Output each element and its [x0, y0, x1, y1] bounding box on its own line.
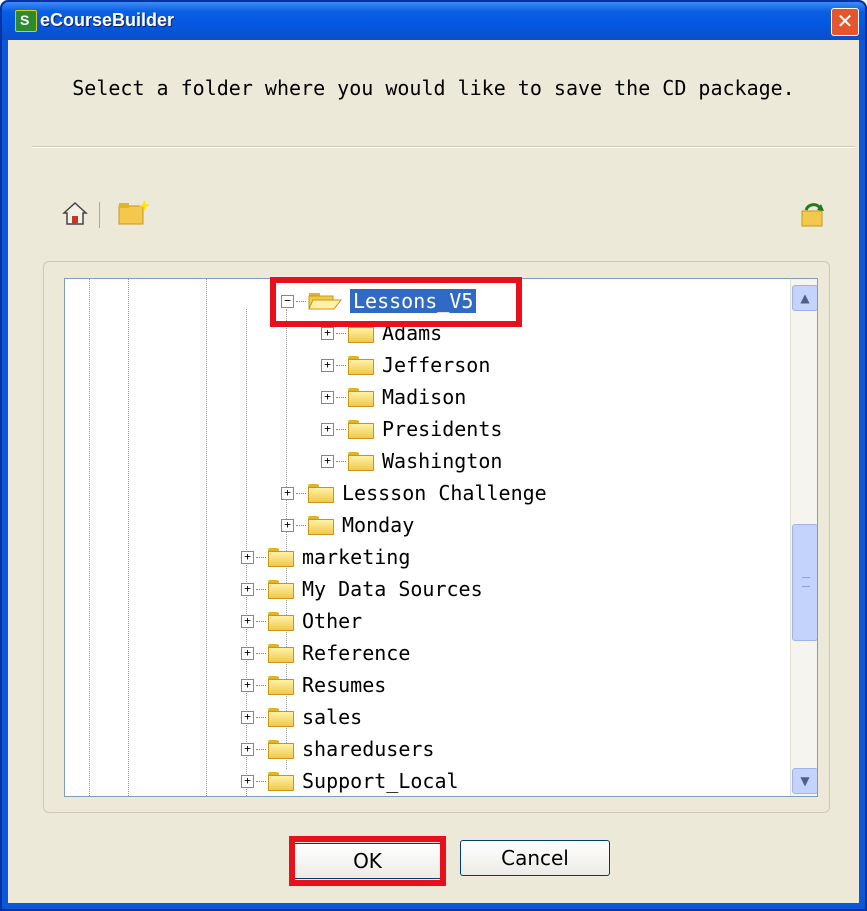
app-icon: S	[15, 10, 37, 32]
title-bar[interactable]: S eCourseBuilder ✕	[2, 2, 865, 40]
tree-guide-line	[128, 279, 129, 796]
folder-icon	[348, 388, 374, 407]
tree-node[interactable]: + Jefferson	[321, 350, 490, 380]
separator	[32, 146, 855, 148]
expand-toggle-icon[interactable]: +	[241, 742, 254, 756]
annotation-highlight-ok	[289, 836, 446, 886]
tree-node-label: Jefferson	[382, 353, 491, 377]
tree-guide-line	[206, 279, 207, 796]
tree-node-label: sales	[302, 705, 363, 729]
tree-node-label: Other	[302, 609, 363, 633]
folder-icon	[268, 548, 294, 567]
scrollbar-thumb[interactable]	[792, 524, 817, 641]
folder-icon	[268, 740, 294, 759]
tree-node[interactable]: + Reference	[241, 638, 410, 668]
tree-guide-line	[89, 279, 90, 796]
expand-toggle-icon[interactable]: +	[241, 774, 254, 788]
tree-node[interactable]: + Support_Local	[241, 766, 459, 796]
folder-icon	[308, 516, 334, 535]
expand-toggle-icon[interactable]: +	[321, 454, 334, 468]
folder-icon	[308, 484, 334, 503]
tree-node[interactable]: + Madison	[321, 382, 466, 412]
expand-toggle-icon[interactable]: +	[281, 486, 294, 500]
tree-node-label: Lessson Challenge	[342, 481, 547, 505]
tree-node[interactable]: + Washington	[321, 446, 502, 476]
scroll-up-button[interactable]: ▲	[792, 285, 817, 311]
vertical-scrollbar[interactable]: ▲ ▼	[790, 279, 817, 796]
tree-node[interactable]: + My Data Sources	[241, 574, 483, 604]
tree-node[interactable]: + Lessson Challenge	[281, 478, 547, 508]
close-button[interactable]: ✕	[831, 8, 859, 36]
folder-icon	[348, 356, 374, 375]
expand-toggle-icon[interactable]: +	[241, 710, 254, 724]
folder-icon	[268, 612, 294, 631]
scroll-down-button[interactable]: ▼	[792, 768, 817, 794]
tree-node-label: sharedusers	[302, 737, 435, 761]
tree-node[interactable]: + sales	[241, 702, 362, 732]
folder-icon	[268, 580, 294, 599]
tree-node-label: Washington	[382, 449, 503, 473]
folder-icon	[348, 420, 374, 439]
expand-toggle-icon[interactable]: +	[241, 646, 254, 660]
toolbar-separator	[99, 202, 100, 228]
expand-toggle-icon[interactable]: +	[321, 358, 334, 372]
grip-icon	[802, 577, 810, 587]
new-folder-icon[interactable]	[118, 199, 150, 227]
expand-toggle-icon[interactable]: +	[241, 550, 254, 564]
refresh-icon[interactable]	[798, 202, 828, 230]
folder-icon	[268, 708, 294, 727]
expand-toggle-icon[interactable]: +	[241, 614, 254, 628]
tree-node[interactable]: + Monday	[281, 510, 414, 540]
expand-toggle-icon[interactable]: +	[241, 582, 254, 596]
tree-node-label: My Data Sources	[302, 577, 483, 601]
folder-icon	[268, 676, 294, 695]
instruction-text: Select a folder where you would like to …	[72, 76, 795, 100]
tree-node[interactable]: + marketing	[241, 542, 410, 572]
tree-node-label: Resumes	[302, 673, 387, 697]
folder-icon	[268, 772, 294, 791]
expand-toggle-icon[interactable]: +	[321, 326, 334, 340]
expand-toggle-icon[interactable]: +	[321, 422, 334, 436]
expand-toggle-icon[interactable]: +	[241, 678, 254, 692]
tree-node[interactable]: + Other	[241, 606, 362, 636]
tree-node-label: Reference	[302, 641, 411, 665]
tree-node[interactable]: + Presidents	[321, 414, 502, 444]
window-title: eCourseBuilder	[40, 10, 175, 30]
home-icon[interactable]	[62, 201, 88, 227]
tree-node-label: Madison	[382, 385, 467, 409]
tree-node-label: marketing	[302, 545, 411, 569]
folder-tree[interactable]: − Lessons_V5 + Adams + Jefferson + Madison …	[64, 278, 818, 797]
tree-node-label: Monday	[342, 513, 415, 537]
tree-node[interactable]: + Resumes	[241, 670, 386, 700]
tree-node-label: Presidents	[382, 417, 503, 441]
folder-icon	[348, 452, 374, 471]
folder-icon	[268, 644, 294, 663]
annotation-highlight-lessons-v5	[270, 277, 522, 327]
cancel-button[interactable]: Cancel	[460, 840, 610, 876]
tree-node-label: Support_Local	[302, 769, 459, 793]
tree-node[interactable]: + sharedusers	[241, 734, 434, 764]
expand-toggle-icon[interactable]: +	[281, 518, 294, 532]
expand-toggle-icon[interactable]: +	[321, 390, 334, 404]
